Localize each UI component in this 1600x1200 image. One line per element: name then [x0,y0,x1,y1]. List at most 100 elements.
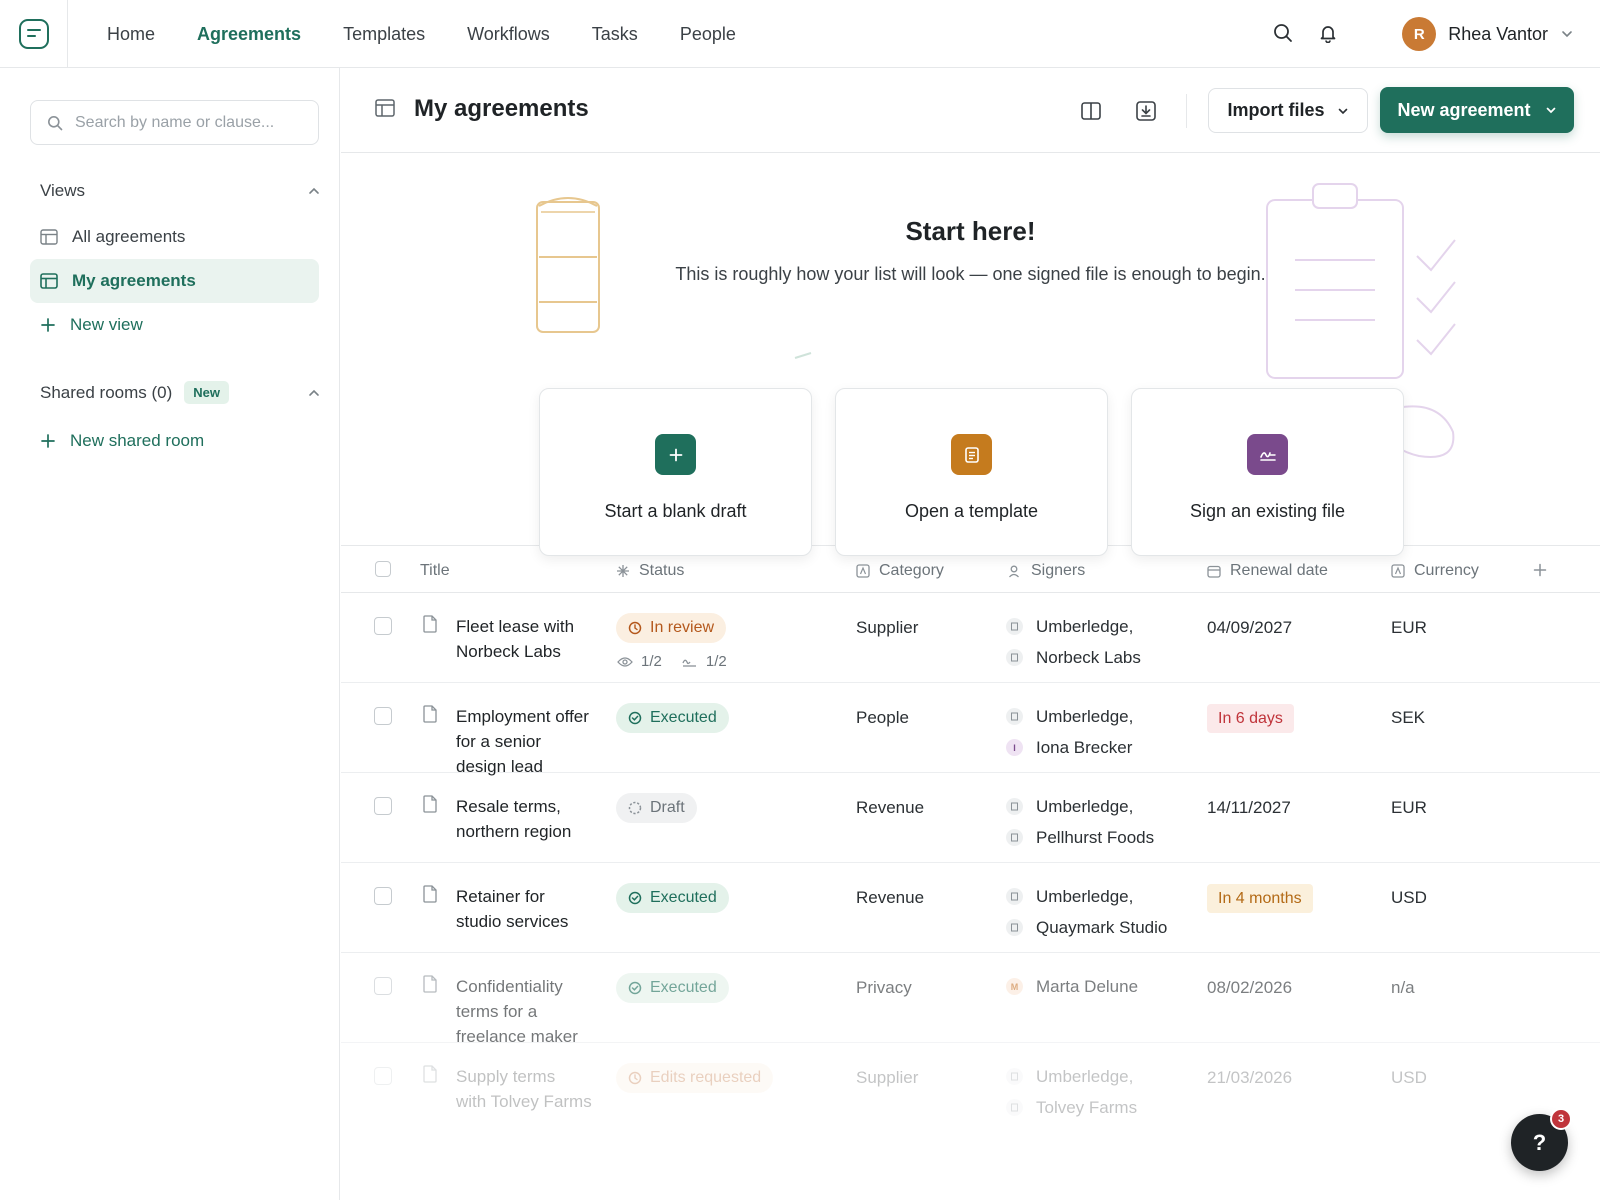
app-logo[interactable] [0,0,68,67]
new-shared-room-button[interactable]: New shared room [30,419,319,463]
search-input[interactable] [75,113,295,132]
company-icon [1006,649,1023,666]
new-view-button[interactable]: New view [30,303,319,347]
row-title[interactable]: Supply terms with Tolvey Farms [456,1064,626,1114]
column-signers[interactable]: Signers [1008,562,1085,580]
search-box[interactable] [30,100,319,145]
tag-icon [856,564,870,578]
table-row[interactable]: Confidentiality terms for a freelance make… [341,953,1600,1046]
table-row[interactable]: Supply terms with Tolvey Farms Edits requ… [341,1043,1600,1133]
column-label: Status [639,562,685,579]
status-badge: Draft [616,793,697,823]
renewal-date: 08/02/2026 [1207,978,1293,997]
row-title[interactable]: Retainer for studio services [456,884,606,934]
signer: Umberledge, [1006,701,1133,732]
column-renewal-date[interactable]: Renewal date [1207,562,1328,580]
sign-existing-file-card[interactable]: Sign an existing file [1131,388,1404,556]
row-checkbox[interactable] [374,797,392,815]
title-line: studio services [456,912,569,931]
signer: M Marta Delune [1006,971,1138,1002]
user-menu[interactable]: R Rhea Vantor [1402,16,1574,52]
column-currency[interactable]: Currency [1391,562,1479,580]
nav-tab-workflows[interactable]: Workflows [446,24,571,45]
table-row[interactable]: Fleet lease with Norbeck Labs In review 1… [341,593,1600,683]
category-value: Revenue [856,888,925,907]
split-view-icon[interactable] [1077,97,1105,125]
column-category[interactable]: Category [856,562,944,580]
table-row[interactable]: Retainer for studio services Executed Rev… [341,863,1600,953]
table-icon [375,99,395,117]
dashed-circle-icon [628,801,642,815]
nav-tab-agreements[interactable]: Agreements [176,24,322,45]
table-header: Title Status Category Signers Renewal da… [341,547,1600,593]
page-title: My agreements [414,95,589,122]
chevron-up-icon[interactable] [307,184,321,198]
start-blank-draft-card[interactable]: Start a blank draft [539,388,812,556]
column-label: Renewal date [1230,562,1328,579]
signer-initial: I [1006,739,1023,756]
signed-count: 1/2 [705,653,727,670]
row-title[interactable]: Fleet lease with Norbeck Labs [456,614,606,664]
new-shared-room-label: New shared room [70,431,205,450]
row-title[interactable]: Confidentiality terms for a freelance make… [456,974,606,1049]
signers-list: Umberledge, Norbeck Labs [1006,611,1141,673]
column-status[interactable]: Status [616,562,684,580]
table-row[interactable]: Employment offer for a senior design lead … [341,683,1600,776]
shared-rooms-section-header[interactable]: Shared rooms (0) New [40,381,320,404]
nav-tab-home[interactable]: Home [86,24,176,45]
signer: Umberledge, [1006,611,1141,642]
row-checkbox[interactable] [374,1067,392,1085]
new-agreement-button[interactable]: New agreement [1380,87,1574,133]
add-column-icon[interactable] [1533,563,1547,577]
user-name: Rhea Vantor [1448,23,1548,44]
help-button[interactable]: ? 3 [1511,1108,1572,1171]
status-badge: In review [616,613,727,643]
nav-tab-templates[interactable]: Templates [322,24,446,45]
renewal-date: 14/11/2027 [1207,798,1291,817]
signer-initial: M [1006,978,1023,995]
card-label: Start a blank draft [604,501,747,521]
row-checkbox[interactable] [374,887,392,905]
row-checkbox[interactable] [374,707,392,725]
sidebar-item-my-agreements[interactable]: My agreements [30,259,319,303]
bell-icon[interactable] [1315,20,1341,46]
title-line: Norbeck Labs [456,642,561,661]
signer-name: Iona Brecker [1036,737,1133,757]
views-heading: Views [40,181,86,200]
card-label: Open a template [904,501,1039,521]
table-icon [40,273,58,289]
renewal-date: 21/03/2026 [1207,1068,1293,1087]
new-badge: New [184,381,230,404]
signing-progress: 1/2 1/2 [617,653,727,670]
column-title[interactable]: Title [420,562,450,580]
help-icon: ? [1532,1129,1547,1155]
download-icon[interactable] [1132,97,1160,125]
title-line: terms for a [456,1002,538,1021]
row-title[interactable]: Resale terms, northern region [456,794,606,844]
signer-name: Pellhurst Foods [1036,827,1155,847]
tag-icon [1391,564,1405,578]
select-all-checkbox[interactable] [375,561,391,577]
signers-list: M Marta Delune [1006,971,1138,1002]
status-badge: Executed [616,883,729,913]
nav-tab-tasks[interactable]: Tasks [571,24,659,45]
column-label: Currency [1414,562,1479,579]
category-value: Supplier [856,1068,919,1087]
row-checkbox[interactable] [374,977,392,995]
row-checkbox[interactable] [374,617,392,635]
views-section-header[interactable]: Views [40,181,320,201]
import-files-button[interactable]: Import files [1208,88,1368,133]
company-icon [1006,919,1023,936]
status-label: Draft [650,799,685,816]
search-icon[interactable] [1270,20,1296,46]
chevron-up-icon[interactable] [307,386,321,400]
open-template-card[interactable]: Open a template [835,388,1108,556]
sidebar-item-all-agreements[interactable]: All agreements [30,215,319,259]
row-title[interactable]: Employment offer for a senior design lead [456,704,606,779]
status-badge: Edits requested [616,1063,774,1093]
table-row[interactable]: Resale terms, northern region Draft Reven… [341,773,1600,863]
clock-icon [628,1071,642,1085]
title-line: northern region [456,822,572,841]
nav-tab-people[interactable]: People [659,24,757,45]
signers-list: Umberledge, Quaymark Studio [1006,881,1167,943]
